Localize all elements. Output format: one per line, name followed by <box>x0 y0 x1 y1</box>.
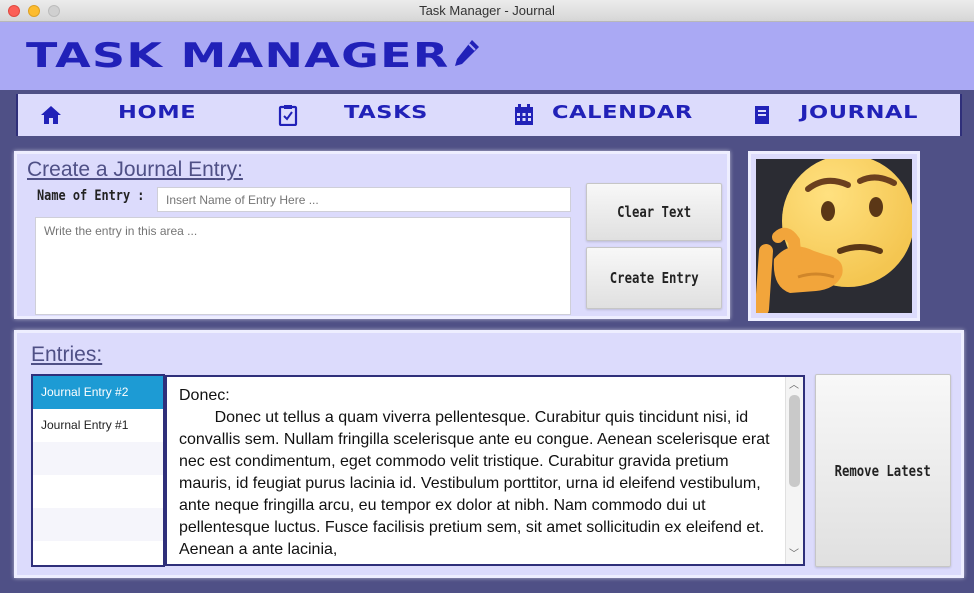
window-titlebar: Task Manager - Journal <box>0 0 974 22</box>
clear-text-button[interactable]: Clear Text <box>586 183 722 241</box>
main-nav: HOME TASKS CALENDAR JOURNAL <box>16 94 962 136</box>
book-icon <box>755 106 769 124</box>
entries-list: Journal Entry #2 Journal Entry #1 <box>31 374 165 567</box>
nav-label-journal: JOURNAL <box>800 102 919 123</box>
scroll-down-arrow-icon[interactable]: ﹀ <box>789 549 799 561</box>
minimize-window-button[interactable] <box>28 5 40 17</box>
list-item[interactable]: Journal Entry #1 <box>33 409 163 442</box>
close-window-button[interactable] <box>8 5 20 17</box>
remove-latest-button[interactable]: Remove Latest <box>815 374 951 567</box>
thinking-face-image-frame <box>748 151 920 321</box>
entry-name-label: Name of Entry : <box>37 188 145 204</box>
nav-label-home: HOME <box>118 102 197 123</box>
empty-list-row <box>33 442 163 475</box>
clipboard-icon <box>278 105 298 126</box>
entries-title: Entries: <box>31 343 103 366</box>
scroll-up-arrow-icon[interactable]: ︿ <box>789 380 799 392</box>
window-title: Task Manager - Journal <box>419 3 555 18</box>
calendar-icon <box>515 104 533 125</box>
home-icon <box>41 106 61 124</box>
entry-name-input[interactable] <box>157 187 571 212</box>
pencil-icon <box>455 40 479 66</box>
app-brand-title: TASK MANAGER <box>26 36 450 76</box>
list-item[interactable]: Journal Entry #2 <box>33 376 163 409</box>
zoom-window-button[interactable] <box>48 5 60 17</box>
remove-latest-label: Remove Latest <box>834 461 932 480</box>
create-entry-title: Create a Journal Entry: <box>27 158 243 181</box>
entry-content-view[interactable]: Donec: Donec ut tellus a quam viverra pe… <box>165 375 805 566</box>
entry-content-text: Donec: Donec ut tellus a quam viverra pe… <box>179 387 770 558</box>
thinking-face-icon <box>756 159 912 313</box>
create-entry-panel: Create a Journal Entry: Name of Entry : … <box>14 151 730 319</box>
scroll-thumb[interactable] <box>789 395 800 487</box>
entry-body-textarea[interactable] <box>35 217 571 315</box>
create-entry-label: Create Entry <box>609 269 699 287</box>
create-entry-button[interactable]: Create Entry <box>586 247 722 309</box>
app-header: TASK MANAGER <box>0 22 974 92</box>
nav-label-calendar: CALENDAR <box>552 102 693 123</box>
empty-list-row <box>33 475 163 508</box>
empty-list-row <box>33 508 163 541</box>
nav-label-tasks: TASKS <box>344 102 428 123</box>
clear-text-label: Clear Text <box>616 203 692 221</box>
content-scrollbar[interactable]: ︿ ﹀ <box>785 377 803 564</box>
